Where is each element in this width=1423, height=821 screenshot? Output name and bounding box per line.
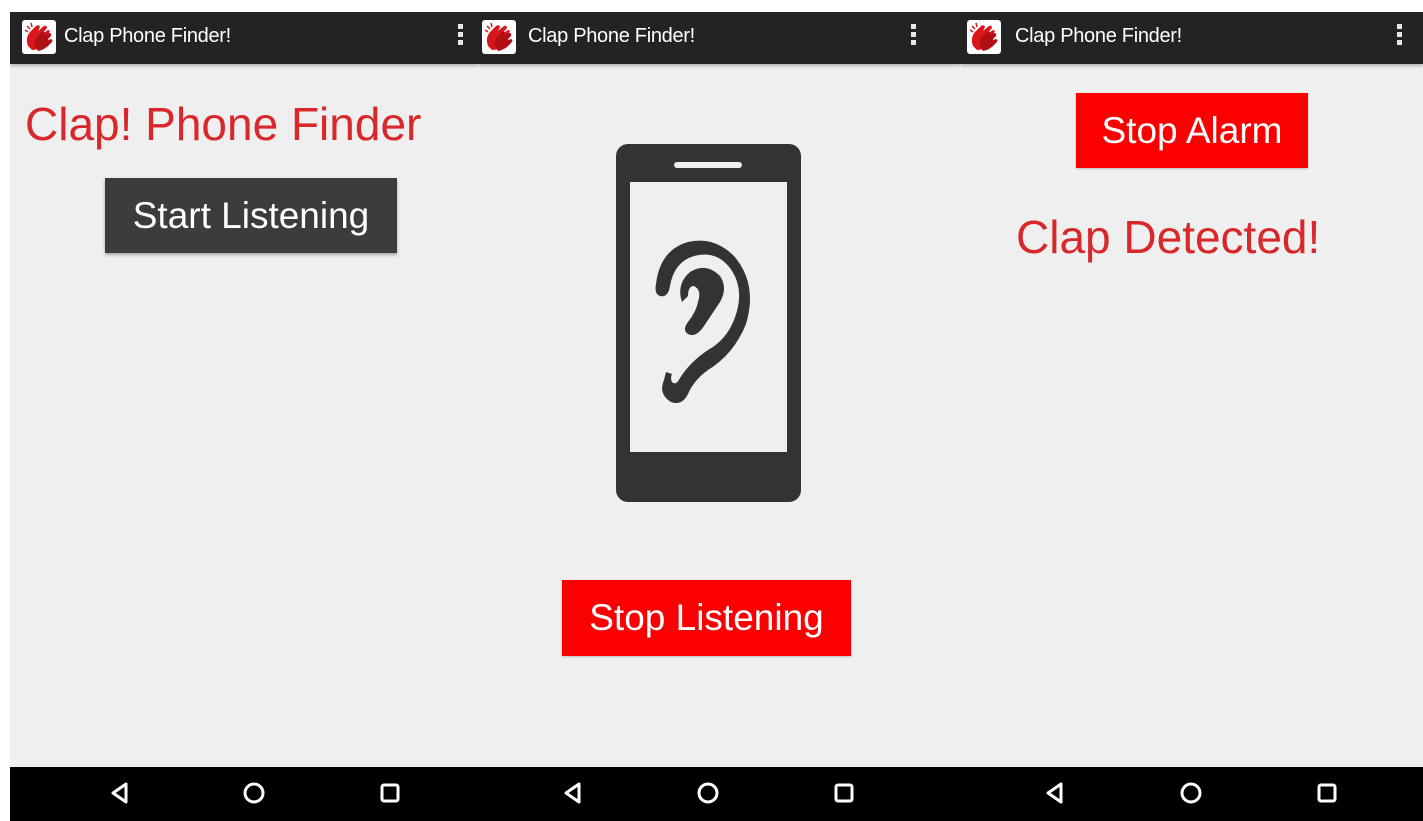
- three-screenshot-collage: Clap Phone Finder! Clap! Phone Finder St…: [0, 0, 1423, 821]
- overflow-menu-icon[interactable]: [905, 22, 921, 54]
- recents-icon[interactable]: [826, 775, 862, 811]
- clap-hands-icon: [482, 20, 516, 54]
- back-icon[interactable]: [102, 775, 138, 811]
- overflow-menu-icon[interactable]: [1391, 22, 1407, 54]
- clap-hands-icon: [967, 20, 1001, 54]
- app-title: Clap Phone Finder!: [528, 25, 695, 47]
- clap-detected-status: Clap Detected!: [1016, 211, 1321, 263]
- recents-icon[interactable]: [372, 775, 408, 811]
- home-icon[interactable]: [1173, 775, 1209, 811]
- system-nav-bar: [10, 767, 1423, 821]
- phone-ear-icon: [616, 144, 801, 502]
- screen-start: Clap Phone Finder! Clap! Phone Finder St…: [10, 12, 478, 767]
- app-heading: Clap! Phone Finder: [25, 98, 422, 150]
- app-title: Clap Phone Finder!: [1015, 25, 1182, 47]
- home-icon[interactable]: [690, 775, 726, 811]
- back-icon[interactable]: [1037, 775, 1073, 811]
- stop-listening-button[interactable]: Stop Listening: [562, 580, 851, 656]
- screen-listening: Clap Phone Finder! Stop Listening: [478, 12, 961, 767]
- app-title: Clap Phone Finder!: [64, 25, 231, 47]
- overflow-menu-icon[interactable]: [452, 22, 468, 54]
- action-bar: Clap Phone Finder!: [961, 12, 1423, 64]
- action-bar: Clap Phone Finder!: [478, 12, 961, 64]
- screen-clap-detected: Clap Phone Finder! Stop Alarm Clap Detec…: [961, 12, 1423, 767]
- start-listening-button[interactable]: Start Listening: [105, 178, 397, 253]
- back-icon[interactable]: [555, 775, 591, 811]
- clap-hands-icon: [22, 20, 56, 54]
- action-bar: Clap Phone Finder!: [10, 12, 478, 64]
- stop-alarm-button[interactable]: Stop Alarm: [1076, 93, 1308, 168]
- recents-icon[interactable]: [1309, 775, 1345, 811]
- home-icon[interactable]: [236, 775, 272, 811]
